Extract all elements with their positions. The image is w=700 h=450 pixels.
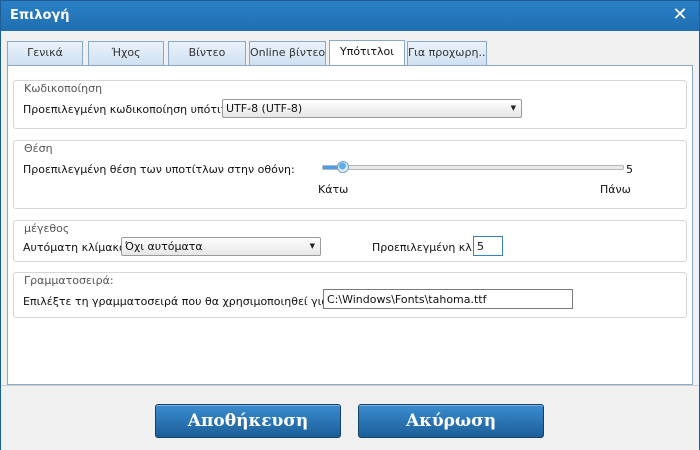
position-group-title: Θέση: [24, 142, 53, 155]
encoding-dropdown[interactable]: UTF-8 (UTF-8) ▼: [222, 99, 522, 118]
position-slider[interactable]: [322, 165, 624, 170]
position-group: Θέση Προεπιλεγμένη θέση των υποτίτλων στ…: [13, 140, 687, 209]
position-max-label: Πάνω: [600, 183, 631, 196]
position-value: 5: [626, 163, 633, 176]
tab-subtitles[interactable]: Υπότιτλοι: [329, 40, 405, 66]
font-group: Γραμματοσειρά: Επιλέξτε τη γραμματοσειρά…: [13, 272, 687, 318]
size-group-title: μέγεθος: [24, 222, 70, 235]
font-path-field[interactable]: [324, 290, 572, 308]
position-label: Προεπιλεγμένη θέση των υποτίτλων στην οθ…: [23, 163, 295, 176]
position-min-label: Κάτω: [318, 183, 349, 196]
dropdown-arrow-icon: ▼: [510, 104, 516, 112]
encoding-label: Προεπιλεγμένη κωδικοποίηση υπότιτλου:: [23, 103, 251, 116]
tab-video[interactable]: Βίντεο: [168, 41, 246, 65]
encoding-group-title: Κωδικοποίηση: [24, 82, 103, 95]
options-dialog: Επιλογή ✕ Γενικά Ήχος Βίντεο Online βίντ…: [0, 0, 700, 450]
default-size-label: Προεπιλεγμένη κλ...: [372, 241, 483, 254]
auto-scale-dropdown[interactable]: Όχι αυτόματα ▼: [121, 237, 321, 256]
tab-advanced[interactable]: Για προχωρη...: [407, 41, 487, 65]
save-button[interactable]: Αποθήκευση: [155, 404, 341, 438]
tab-online-video[interactable]: Online βίντεο: [249, 41, 326, 65]
subtitles-panel: Κωδικοποίηση Προεπιλεγμένη κωδικοποίηση …: [7, 65, 693, 385]
encoding-group: Κωδικοποίηση Προεπιλεγμένη κωδικοποίηση …: [13, 80, 687, 129]
auto-scale-label: Αυτόματη κλίμακα:: [23, 241, 130, 254]
cancel-button[interactable]: Ακύρωση: [358, 404, 544, 438]
default-size-field[interactable]: [474, 237, 502, 255]
position-slider-thumb[interactable]: [337, 161, 349, 173]
font-label: Επιλέξτε τη γραμματοσειρά που θα χρησιμο…: [23, 295, 369, 308]
dialog-footer: Αποθήκευση Ακύρωση: [1, 385, 699, 450]
font-group-title: Γραμματοσειρά:: [24, 274, 114, 287]
tab-general[interactable]: Γενικά: [7, 41, 83, 65]
title-bar[interactable]: Επιλογή ✕: [1, 1, 699, 31]
auto-scale-dropdown-value: Όχι αυτόματα: [125, 240, 203, 253]
font-path-input[interactable]: [323, 289, 573, 309]
close-icon[interactable]: ✕: [670, 5, 690, 25]
default-size-input[interactable]: [473, 236, 503, 256]
dropdown-arrow-icon: ▼: [309, 242, 315, 250]
encoding-dropdown-value: UTF-8 (UTF-8): [226, 102, 303, 115]
tab-audio[interactable]: Ήχος: [88, 41, 164, 65]
window-title: Επιλογή: [10, 8, 70, 23]
size-group: μέγεθος Αυτόματη κλίμακα: Όχι αυτόματα ▼…: [13, 220, 687, 262]
